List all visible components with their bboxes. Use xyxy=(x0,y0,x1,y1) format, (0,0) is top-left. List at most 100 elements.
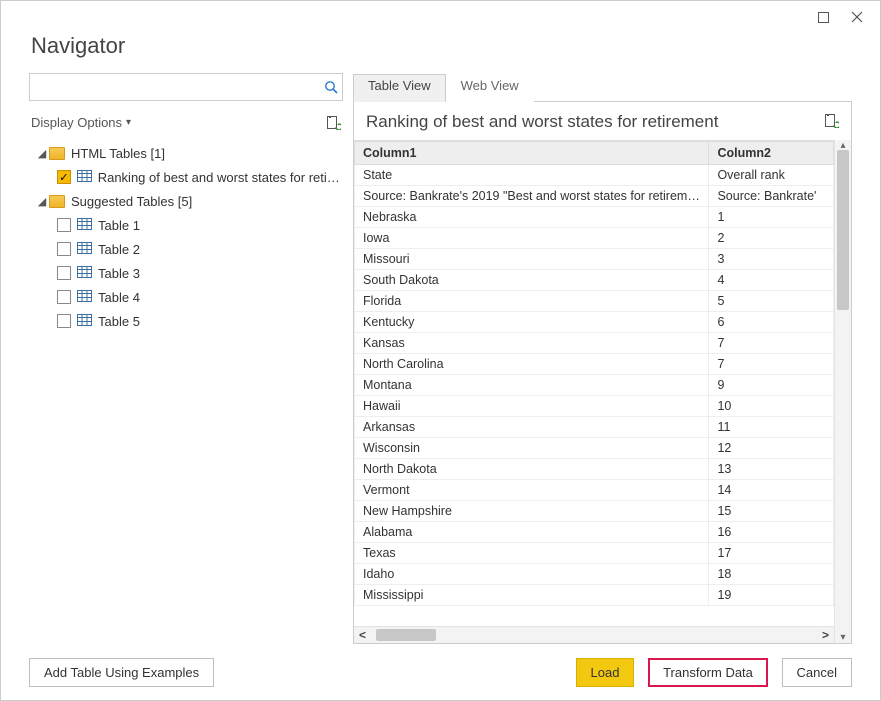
cell-column2: 2 xyxy=(709,228,834,249)
cell-column1: Nebraska xyxy=(355,207,709,228)
table-row[interactable]: Alabama16 xyxy=(355,522,834,543)
cell-column2: 10 xyxy=(709,396,834,417)
cell-column1: Hawaii xyxy=(355,396,709,417)
table-row[interactable]: Missouri3 xyxy=(355,249,834,270)
cell-column1: Iowa xyxy=(355,228,709,249)
scrollbar-thumb[interactable] xyxy=(376,629,436,641)
search-input[interactable] xyxy=(30,80,320,95)
display-options-dropdown[interactable]: Display Options ▾ xyxy=(31,115,131,130)
table-row[interactable]: Hawaii10 xyxy=(355,396,834,417)
cell-column1: Alabama xyxy=(355,522,709,543)
tree-item-table3[interactable]: Table 3 xyxy=(29,261,343,285)
cell-column1: Mississippi xyxy=(355,585,709,606)
scroll-left-icon[interactable]: < xyxy=(354,628,371,642)
tree-group-html-tables[interactable]: ◢ HTML Tables [1] xyxy=(29,141,343,165)
table-row[interactable]: North Dakota13 xyxy=(355,459,834,480)
cell-column1: Missouri xyxy=(355,249,709,270)
table-row[interactable]: Iowa2 xyxy=(355,228,834,249)
close-icon xyxy=(851,11,863,23)
cancel-button[interactable]: Cancel xyxy=(782,658,852,687)
cell-column1: Wisconsin xyxy=(355,438,709,459)
maximize-button[interactable] xyxy=(806,5,840,29)
table-row[interactable]: New Hampshire15 xyxy=(355,501,834,522)
display-options-label: Display Options xyxy=(31,115,122,130)
horizontal-scrollbar[interactable]: < > xyxy=(354,626,834,643)
cell-column2: 18 xyxy=(709,564,834,585)
table-row[interactable]: Florida5 xyxy=(355,291,834,312)
table-row[interactable]: Vermont14 xyxy=(355,480,834,501)
refresh-icon[interactable] xyxy=(326,115,341,130)
cell-column1: New Hampshire xyxy=(355,501,709,522)
cell-column1: Kansas xyxy=(355,333,709,354)
navigator-left-pane: Display Options ▾ ◢ HTML Tables [1] ✓ xyxy=(29,73,353,644)
maximize-icon xyxy=(818,12,829,23)
vertical-scrollbar[interactable]: ▴ ▾ xyxy=(834,140,851,643)
cell-column2: 6 xyxy=(709,312,834,333)
tree-item-label: Table 1 xyxy=(98,218,140,233)
tree-item-table2[interactable]: Table 2 xyxy=(29,237,343,261)
load-button[interactable]: Load xyxy=(576,658,635,687)
table-row[interactable]: Nebraska1 xyxy=(355,207,834,228)
tab-web-view[interactable]: Web View xyxy=(446,74,534,102)
table-row[interactable]: Texas17 xyxy=(355,543,834,564)
cell-column1: Arkansas xyxy=(355,417,709,438)
search-box[interactable] xyxy=(29,73,343,101)
table-row[interactable]: South Dakota4 xyxy=(355,270,834,291)
cell-column2: 1 xyxy=(709,207,834,228)
cell-column2: 7 xyxy=(709,333,834,354)
scroll-down-icon[interactable]: ▾ xyxy=(835,632,851,643)
cell-column2: Overall rank xyxy=(709,165,834,186)
table-icon xyxy=(77,218,92,233)
refresh-preview-icon[interactable] xyxy=(824,113,839,131)
checkbox-checked[interactable]: ✓ xyxy=(57,170,71,184)
table-row[interactable]: Wisconsin12 xyxy=(355,438,834,459)
table-row[interactable]: Idaho18 xyxy=(355,564,834,585)
cell-column2: 11 xyxy=(709,417,834,438)
table-row[interactable]: Arkansas11 xyxy=(355,417,834,438)
checkbox[interactable] xyxy=(57,314,71,328)
tree-item-table1[interactable]: Table 1 xyxy=(29,213,343,237)
cell-column1: Vermont xyxy=(355,480,709,501)
tree-group-suggested-tables[interactable]: ◢ Suggested Tables [5] xyxy=(29,189,343,213)
table-row[interactable]: North Carolina7 xyxy=(355,354,834,375)
table-icon xyxy=(77,170,92,185)
add-table-using-examples-button[interactable]: Add Table Using Examples xyxy=(29,658,214,687)
scroll-right-icon[interactable]: > xyxy=(817,628,834,642)
table-row[interactable]: Mississippi19 xyxy=(355,585,834,606)
data-grid[interactable]: Column1 Column2 StateOverall rankSource:… xyxy=(354,141,834,626)
cell-column2: 4 xyxy=(709,270,834,291)
tab-table-view[interactable]: Table View xyxy=(353,74,446,102)
column-header-2[interactable]: Column2 xyxy=(709,142,834,165)
tree-item-label: Table 5 xyxy=(98,314,140,329)
checkbox[interactable] xyxy=(57,266,71,280)
chevron-down-icon: ▾ xyxy=(126,117,131,128)
table-row[interactable]: Kansas7 xyxy=(355,333,834,354)
scrollbar-thumb[interactable] xyxy=(837,150,849,310)
preview-panel: Ranking of best and worst states for ret… xyxy=(353,101,852,644)
cell-column1: Texas xyxy=(355,543,709,564)
cell-column1: North Dakota xyxy=(355,459,709,480)
table-row[interactable]: Source: Bankrate's 2019 "Best and worst … xyxy=(355,186,834,207)
tree-group-label: HTML Tables [1] xyxy=(71,146,165,161)
cell-column2: 12 xyxy=(709,438,834,459)
titlebar xyxy=(1,1,880,31)
checkbox[interactable] xyxy=(57,290,71,304)
preview-pane: Table View Web View Ranking of best and … xyxy=(353,73,852,644)
transform-data-button[interactable]: Transform Data xyxy=(648,658,768,687)
table-row[interactable]: StateOverall rank xyxy=(355,165,834,186)
table-row[interactable]: Montana9 xyxy=(355,375,834,396)
cell-column1: Montana xyxy=(355,375,709,396)
checkbox[interactable] xyxy=(57,218,71,232)
navigator-dialog: Navigator Display Options ▾ xyxy=(0,0,881,701)
cell-column2: 5 xyxy=(709,291,834,312)
checkbox[interactable] xyxy=(57,242,71,256)
close-button[interactable] xyxy=(840,5,874,29)
table-row[interactable]: Kentucky6 xyxy=(355,312,834,333)
tree-item-ranking[interactable]: ✓ Ranking of best and worst states for r… xyxy=(29,165,343,189)
tree-item-table5[interactable]: Table 5 xyxy=(29,309,343,333)
tree-item-table4[interactable]: Table 4 xyxy=(29,285,343,309)
cell-column2: 7 xyxy=(709,354,834,375)
cell-column2: Source: Bankrate' xyxy=(709,186,834,207)
column-header-1[interactable]: Column1 xyxy=(355,142,709,165)
expand-icon: ◢ xyxy=(37,195,47,208)
